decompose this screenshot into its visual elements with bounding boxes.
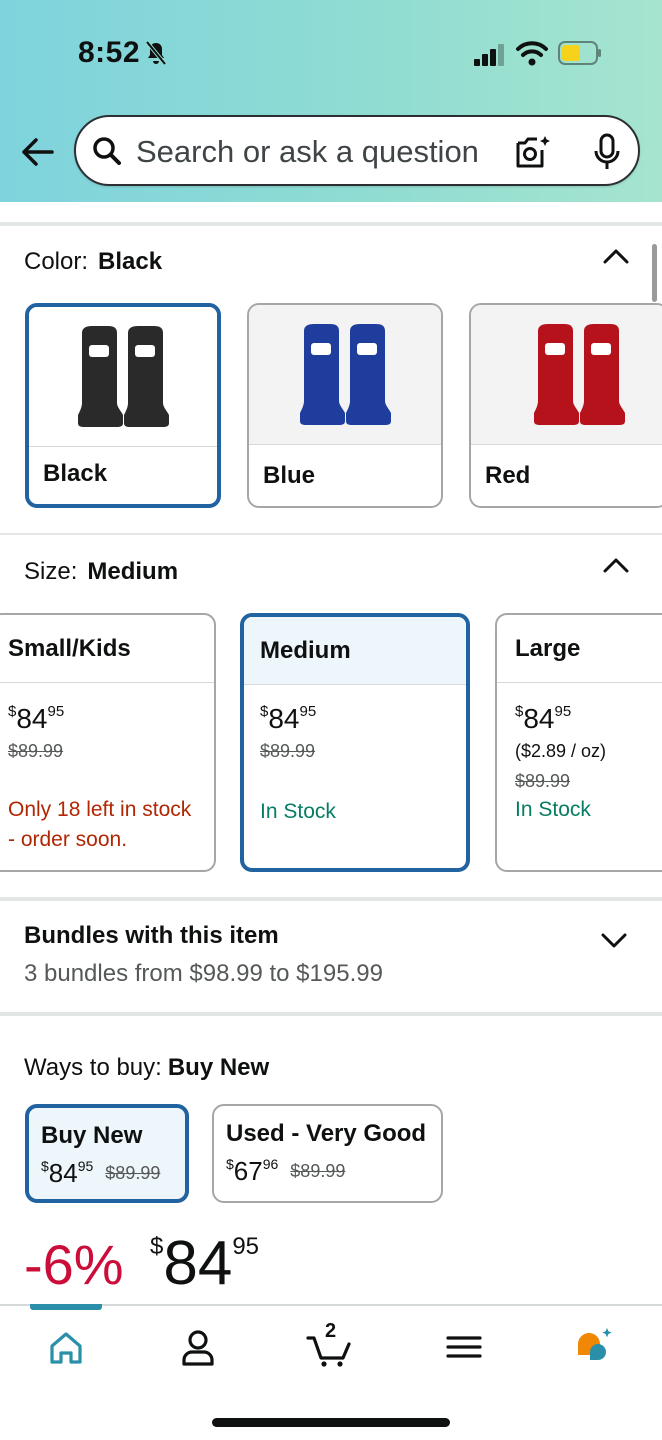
buy-option-price: $8495 $89.99 — [41, 1158, 161, 1188]
back-arrow-icon[interactable] — [18, 134, 58, 170]
size-label: Size: Medium — [24, 558, 179, 585]
bell-muted-icon — [145, 40, 167, 66]
account-icon[interactable] — [178, 1326, 218, 1368]
selected-color: Black — [98, 248, 163, 275]
home-indicator — [212, 1418, 450, 1427]
section-divider — [0, 222, 662, 226]
size-option-label: Large — [497, 615, 662, 683]
app-header: 8:52 Search or ask a question — [0, 0, 662, 202]
camera-lens-icon[interactable] — [514, 134, 552, 170]
shin-guard-image — [78, 326, 169, 427]
menu-icon[interactable] — [444, 1326, 484, 1368]
size-option-small-kids[interactable]: Small/Kids $8495 $89.99 Only 18 left in … — [0, 613, 216, 872]
bundles-row[interactable]: Bundles with this item 3 bundles from $9… — [0, 901, 662, 1011]
size-list-price: $89.99 — [8, 741, 64, 761]
size-option-large[interactable]: Large $8495 ($2.89 / oz) $89.99 In Stock — [495, 613, 662, 872]
stock-status: Only 18 left in stock - order soon. — [8, 798, 192, 851]
buy-option-title: Buy New — [41, 1122, 143, 1149]
size-option-label: Small/Kids — [0, 615, 214, 683]
size-option-medium[interactable]: Medium $8495 $89.99 In Stock — [240, 613, 470, 872]
rufus-assistant-icon[interactable] — [574, 1326, 614, 1368]
bottom-navigation: 2 — [0, 1304, 662, 1440]
home-icon[interactable] — [46, 1326, 86, 1368]
microphone-icon[interactable] — [592, 133, 622, 171]
size-price: $8495 — [515, 703, 572, 734]
selected-buy-option: Buy New — [167, 1054, 270, 1081]
buy-option-list-price: $89.99 — [105, 1163, 161, 1183]
size-price: $8495 — [8, 703, 65, 734]
color-option-label: Blue — [263, 462, 316, 489]
color-option-black[interactable]: Black — [25, 303, 221, 508]
status-time: 8:52 — [78, 36, 141, 69]
scrollbar[interactable] — [652, 244, 657, 302]
size-price: $8495 — [260, 703, 317, 734]
search-icon — [93, 137, 121, 165]
product-image — [249, 305, 441, 445]
buy-option-title: Used - Very Good — [226, 1120, 427, 1147]
color-label: Color: Black — [24, 248, 163, 275]
buy-option-price: $6796 $89.99 — [226, 1156, 346, 1186]
chevron-up-icon[interactable] — [602, 556, 630, 574]
section-divider — [0, 533, 662, 535]
chevron-up-icon[interactable] — [602, 247, 630, 265]
search-input[interactable]: Search or ask a question — [136, 134, 479, 170]
color-option-label: Red — [485, 462, 531, 489]
size-list-price: $89.99 — [515, 771, 571, 791]
unit-price: ($2.89 / oz) — [515, 741, 607, 761]
color-option-label: Black — [43, 460, 108, 487]
size-list-price: $89.99 — [260, 741, 316, 761]
buy-option-list-price: $89.99 — [290, 1161, 346, 1181]
selected-size: Medium — [87, 558, 179, 585]
shin-guard-image — [533, 324, 625, 425]
stock-status: In Stock — [260, 800, 336, 823]
discount-percent: -6% — [24, 1233, 124, 1296]
color-option-blue[interactable]: Blue — [247, 303, 443, 508]
wifi-icon — [516, 41, 548, 66]
search-bar[interactable]: Search or ask a question — [74, 115, 640, 186]
cell-signal-icon — [474, 44, 504, 66]
bundles-title: Bundles with this item — [24, 922, 279, 949]
color-option-red[interactable]: Red — [469, 303, 662, 508]
product-image — [29, 307, 217, 447]
buy-new-option[interactable]: Buy New $8495 $89.99 — [25, 1104, 189, 1203]
bundles-subtitle: 3 bundles from $98.99 to $195.99 — [24, 960, 383, 987]
ways-to-buy-label: Ways to buy: Buy New — [24, 1054, 270, 1081]
stock-status: In Stock — [515, 798, 591, 821]
used-very-good-option[interactable]: Used - Very Good $6796 $89.99 — [212, 1104, 443, 1203]
size-option-label: Medium — [244, 617, 466, 685]
product-image — [471, 305, 662, 445]
active-tab-indicator — [30, 1304, 102, 1310]
deal-price: $8495 — [150, 1229, 260, 1298]
chevron-down-icon[interactable] — [600, 932, 628, 950]
battery-icon — [558, 41, 601, 65]
shin-guard-image — [300, 324, 391, 425]
section-divider — [0, 1012, 662, 1016]
cart-count-badge: 2 — [325, 1320, 337, 1342]
